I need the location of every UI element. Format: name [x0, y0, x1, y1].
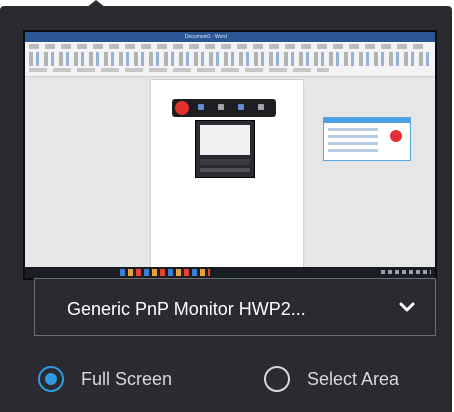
preview-ribbon-tools — [29, 52, 429, 66]
monitor-select-dropdown[interactable]: Generic PnP Monitor HWP2... — [34, 278, 436, 336]
full-screen-label: Full Screen — [81, 368, 173, 389]
preview-mic-icon — [198, 104, 204, 110]
monitor-select-label: Generic PnP Monitor HWP2... — [67, 299, 306, 319]
preview-side-record-icon — [390, 130, 402, 142]
preview-system-tray — [381, 270, 431, 274]
preview-taskbar — [25, 267, 435, 278]
preview-titlebar: Document1 - Word — [25, 32, 435, 42]
screen-preview: Document1 - Word — [23, 30, 437, 280]
preview-more-icon — [258, 104, 264, 110]
preview-titlebar-text: Document1 - Word — [185, 34, 227, 40]
screen-recorder-panel: Document1 - Word — [0, 6, 452, 412]
preview-nested-popup — [195, 120, 255, 178]
preview-ribbon-tabs — [29, 44, 429, 49]
preview-ribbon-groups — [29, 68, 329, 72]
preview-recorder-toolbar — [172, 99, 276, 117]
preview-side-window-content — [328, 128, 378, 154]
preview-webcam-icon — [238, 104, 244, 110]
preview-nested-thumbnail — [200, 125, 250, 155]
preview-record-icon — [175, 101, 189, 115]
full-screen-radio[interactable] — [38, 366, 64, 392]
full-screen-radio-option[interactable]: Full Screen — [38, 362, 172, 396]
preview-pen-icon — [218, 104, 224, 110]
chevron-down-icon — [399, 302, 415, 312]
preview-taskbar-icons — [120, 269, 210, 276]
select-area-radio[interactable] — [264, 366, 290, 392]
select-area-label: Select Area — [307, 368, 400, 389]
preview-nested-radios — [200, 168, 250, 172]
preview-nested-select — [200, 159, 250, 165]
preview-ribbon — [25, 42, 435, 77]
select-area-radio-option[interactable]: Select Area — [264, 362, 399, 396]
radio-selected-dot — [45, 373, 57, 385]
preview-side-window-titlebar — [324, 118, 410, 123]
preview-side-window — [323, 117, 411, 161]
